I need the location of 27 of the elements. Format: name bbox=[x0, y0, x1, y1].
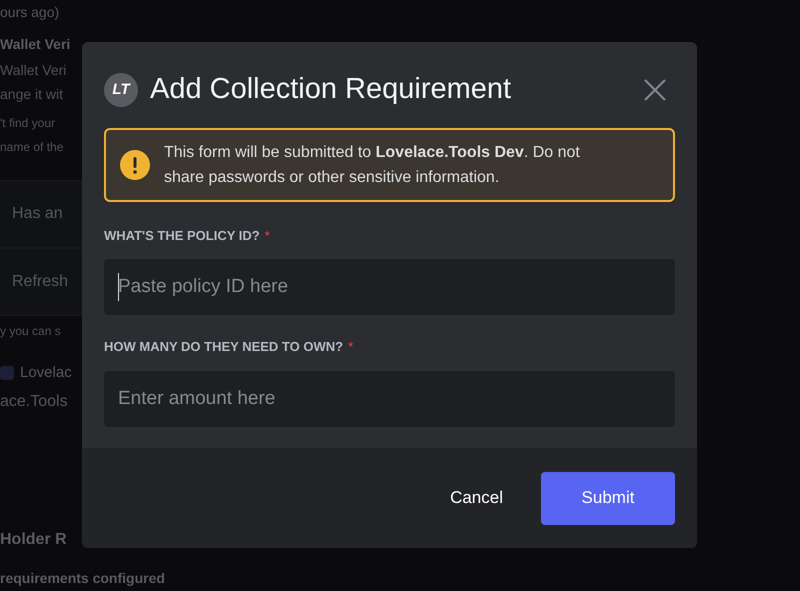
warning-text: This form will be submitted to Lovelace.Tools Dev. Do not share passwords or other sensitive information. bbox=[164, 142, 581, 188]
background-text: Wallet Veri bbox=[0, 62, 66, 78]
background-text: 't find your bbox=[0, 116, 55, 130]
text-field[interactable]: Paste policy ID here bbox=[104, 259, 675, 315]
dialog-title: Add Collection Requirement bbox=[150, 72, 512, 107]
background-text: y you can s bbox=[0, 324, 61, 338]
app-logo: LT bbox=[104, 72, 138, 107]
background-text: name of the bbox=[0, 140, 64, 154]
submit-button[interactable]: Submit bbox=[541, 472, 675, 524]
background-text: Wallet Veri bbox=[0, 36, 70, 52]
field-label: WHAT'S THE POLICY ID? bbox=[104, 226, 260, 244]
required-mark: * bbox=[264, 226, 270, 244]
required-mark: * bbox=[348, 338, 354, 356]
background-text: ange it wit bbox=[0, 86, 64, 102]
text-field[interactable]: Enter amount here bbox=[104, 370, 675, 426]
background-text: ours ago) bbox=[0, 4, 60, 20]
app-icon bbox=[0, 366, 14, 380]
cancel-button[interactable]: Cancel bbox=[450, 472, 503, 524]
background-text: Has an bbox=[12, 204, 63, 224]
background-text: requirements configured bbox=[0, 570, 165, 586]
background-text: ace.Tools bbox=[0, 393, 68, 410]
background-text: Lovelac bbox=[20, 362, 72, 383]
warning-icon bbox=[120, 150, 150, 180]
background-text: Refresh bbox=[12, 272, 68, 292]
field-label: HOW MANY DO THEY NEED TO OWN? bbox=[104, 338, 344, 356]
close-icon bbox=[643, 78, 667, 102]
background-text: Holder R bbox=[0, 531, 67, 548]
